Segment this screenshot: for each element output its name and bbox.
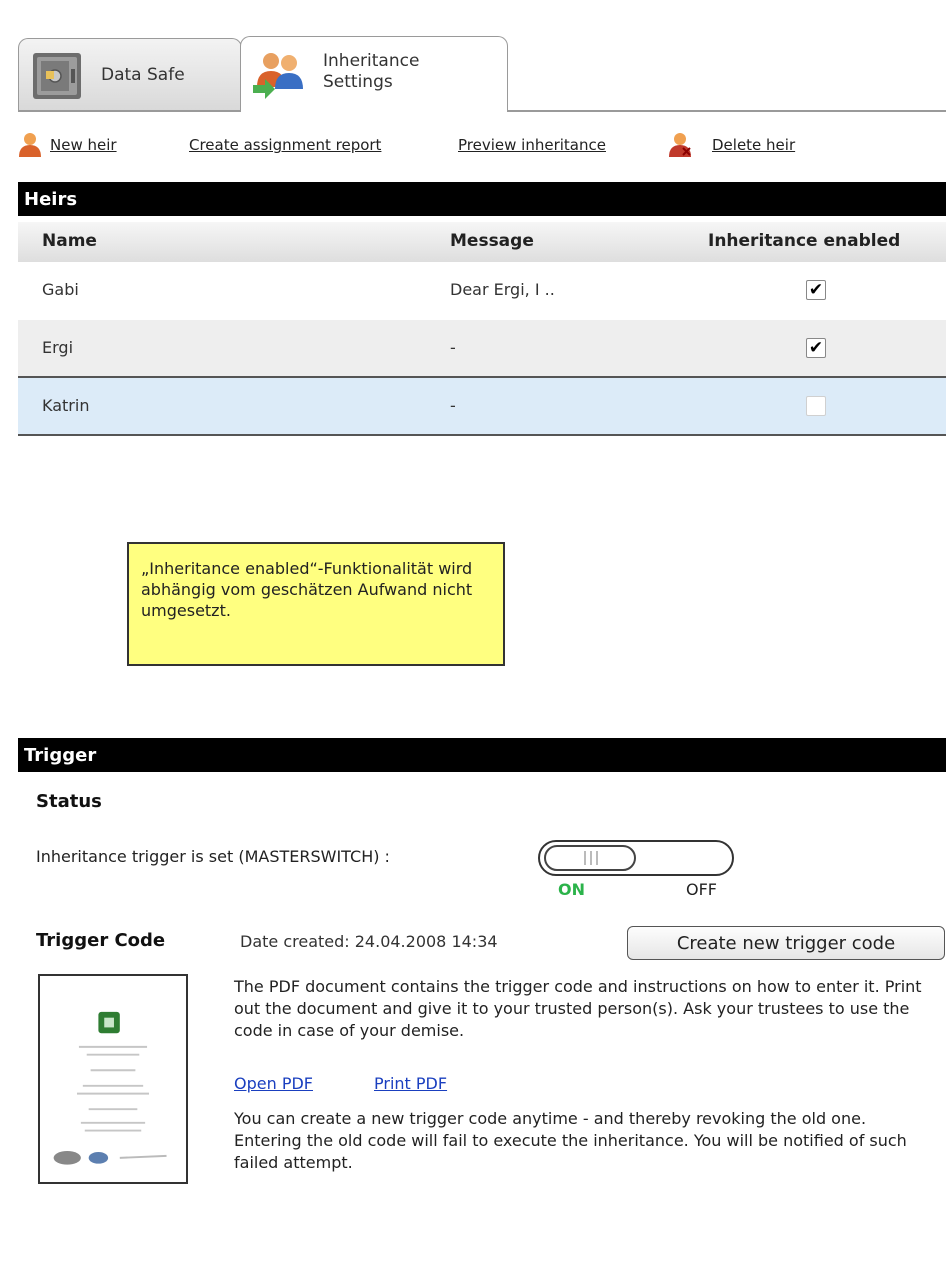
revoke-info-text: You can create a new trigger code anytim… [234,1109,907,1172]
inheritance-enabled-checkbox[interactable]: ✔ [806,338,826,358]
tab-bar: Data Safe Inheritance Settings [18,36,946,114]
create-trigger-code-button[interactable]: Create new trigger code [627,926,945,960]
heir-message: Dear Ergi, I .. [450,280,555,299]
column-header-inheritance-enabled[interactable]: Inheritance enabled [708,231,900,251]
delete-heir-link[interactable]: Delete heir [712,136,795,154]
app-frame: Data Safe Inheritance Settings New heir … [18,0,946,1281]
heir-name: Gabi [42,280,79,299]
grip-icon [584,851,598,865]
trigger-code-heading: Trigger Code [36,930,166,951]
toolbar: New heir Create assignment report Previe… [18,130,946,162]
column-header-name[interactable]: Name [42,231,97,251]
status-heading: Status [36,791,102,812]
open-pdf-link[interactable]: Open PDF [234,1074,313,1093]
new-heir-link[interactable]: New heir [50,136,117,154]
table-row[interactable]: Gabi Dear Ergi, I .. ✔ [18,262,946,320]
tab-inheritance-settings[interactable]: Inheritance Settings [240,36,508,112]
preview-inheritance-link[interactable]: Preview inheritance [458,136,606,154]
inheritance-enabled-checkbox[interactable] [806,396,826,416]
person-delete-icon [669,133,691,157]
pdf-description: The PDF document contains the trigger co… [234,977,922,1040]
trigger-title: Trigger [24,745,97,766]
toggle-knob[interactable] [544,845,636,871]
heirs-title: Heirs [24,189,78,210]
masterswitch-toggle[interactable] [538,840,734,876]
heirs-section-header: Heirs [18,182,946,216]
heir-name: Katrin [42,396,90,415]
date-created-text: Date created: 24.04.2008 14:34 [240,932,498,951]
annotation-note: „Inheritance enabled“-Funktionalität wir… [127,542,505,666]
table-header: Name Message Inheritance enabled [18,222,946,263]
tab-data-safe[interactable]: Data Safe [18,38,242,110]
toggle-on-label: ON [558,880,585,899]
masterswitch-label: Inheritance trigger is set (MASTERSWITCH… [36,847,390,866]
trigger-section-header: Trigger [18,738,946,772]
heirs-table: Name Message Inheritance enabled Gabi De… [18,222,946,436]
heir-name: Ergi [42,338,74,357]
table-row[interactable]: Ergi - ✔ [18,320,946,378]
people-icon [253,53,303,99]
inheritance-enabled-checkbox[interactable]: ✔ [806,280,826,300]
table-row-selected[interactable]: Katrin - [18,378,946,436]
tab-label-inheritance-settings: Inheritance Settings [323,51,420,92]
pdf-document-thumbnail[interactable] [38,974,188,1184]
create-assignment-report-link[interactable]: Create assignment report [189,136,381,154]
tab-label-data-safe: Data Safe [101,65,185,85]
toggle-off-label: OFF [686,880,717,899]
column-header-message[interactable]: Message [450,231,534,251]
print-pdf-link[interactable]: Print PDF [374,1074,447,1093]
person-add-icon [19,133,41,157]
heir-message: - [450,338,456,357]
heir-message: - [450,396,456,415]
safe-icon [33,53,81,99]
